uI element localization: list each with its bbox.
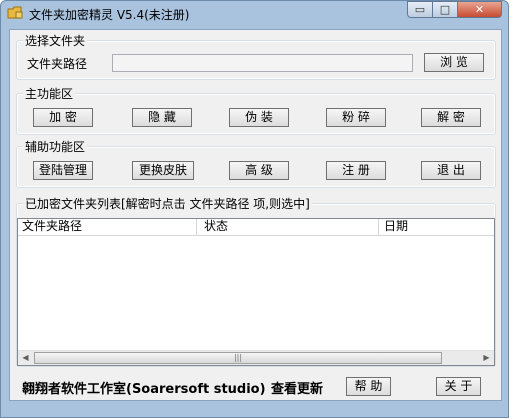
minimize-button[interactable]: ▭ [407,1,433,18]
horizontal-scrollbar[interactable]: ◀ ||| ▶ [18,350,494,365]
main-function-group-title: 主功能区 [23,85,76,102]
scroll-grip-icon: ||| [233,353,243,362]
title-bar[interactable]: 文件夹加密精灵 V5.4(未注册) ▭ □ ✕ [1,1,508,27]
shred-button[interactable]: 粉 碎 [326,108,386,127]
login-manage-button[interactable]: 登陆管理 [33,161,93,180]
folder-select-group-title: 选择文件夹 [23,32,88,49]
disguise-button[interactable]: 伪 装 [229,108,289,127]
encrypted-folder-list[interactable]: 文件夹路径 状态 日期 ◀ ||| ▶ [17,218,495,366]
column-header-date[interactable]: 日期 [380,219,494,235]
app-window: 文件夹加密精灵 V5.4(未注册) ▭ □ ✕ 选择文件夹 文件夹路径 浏 览 … [0,0,509,418]
encrypted-list-group-title: 已加密文件夹列表[解密时点击 文件夹路径 项,则选中] [23,195,312,212]
column-header-status[interactable]: 状态 [200,219,378,235]
scroll-right-icon[interactable]: ▶ [480,352,493,364]
column-divider[interactable] [196,219,197,235]
column-header-path[interactable]: 文件夹路径 [18,219,196,235]
list-header: 文件夹路径 状态 日期 [18,219,494,236]
register-button[interactable]: 注 册 [326,161,386,180]
decrypt-button[interactable]: 解 密 [421,108,481,127]
folder-select-group: 选择文件夹 文件夹路径 浏 览 [16,32,496,80]
folder-path-input[interactable] [112,54,413,72]
maximize-button[interactable]: □ [433,1,458,18]
maximize-icon: □ [439,3,451,16]
column-divider[interactable] [378,219,379,235]
close-button[interactable]: ✕ [458,1,502,18]
folder-path-label: 文件夹路径 [27,57,88,71]
advanced-button[interactable]: 高 级 [229,161,289,180]
scroll-thumb[interactable]: ||| [34,352,442,364]
encrypt-button[interactable]: 加 密 [33,108,93,127]
aux-function-group: 辅助功能区 登陆管理 更换皮肤 高 级 注 册 退 出 [16,138,496,188]
help-button[interactable]: 帮 助 [346,377,391,396]
hide-button[interactable]: 隐 藏 [132,108,192,127]
studio-link[interactable]: 翱翔者软件工作室(Soarersoft studio) [22,378,266,397]
browse-button[interactable]: 浏 览 [424,53,484,72]
check-update-link[interactable]: 查看更新 [271,378,323,397]
main-function-group: 主功能区 加 密 隐 藏 伪 装 粉 碎 解 密 [16,85,496,135]
close-icon: ✕ [474,3,485,16]
about-button[interactable]: 关 于 [436,377,481,396]
encrypted-list-group: 已加密文件夹列表[解密时点击 文件夹路径 项,则选中] 文件夹路径 状态 日期 … [16,195,496,367]
aux-function-group-title: 辅助功能区 [23,138,88,155]
minimize-icon: ▭ [414,3,426,16]
app-folder-lock-icon [7,6,23,19]
change-skin-button[interactable]: 更换皮肤 [132,161,194,180]
client-area: 选择文件夹 文件夹路径 浏 览 主功能区 加 密 隐 藏 伪 装 粉 碎 解 密… [9,29,502,401]
exit-button[interactable]: 退 出 [421,161,481,180]
scroll-left-icon[interactable]: ◀ [19,352,32,364]
window-title: 文件夹加密精灵 V5.4(未注册) [29,8,190,22]
